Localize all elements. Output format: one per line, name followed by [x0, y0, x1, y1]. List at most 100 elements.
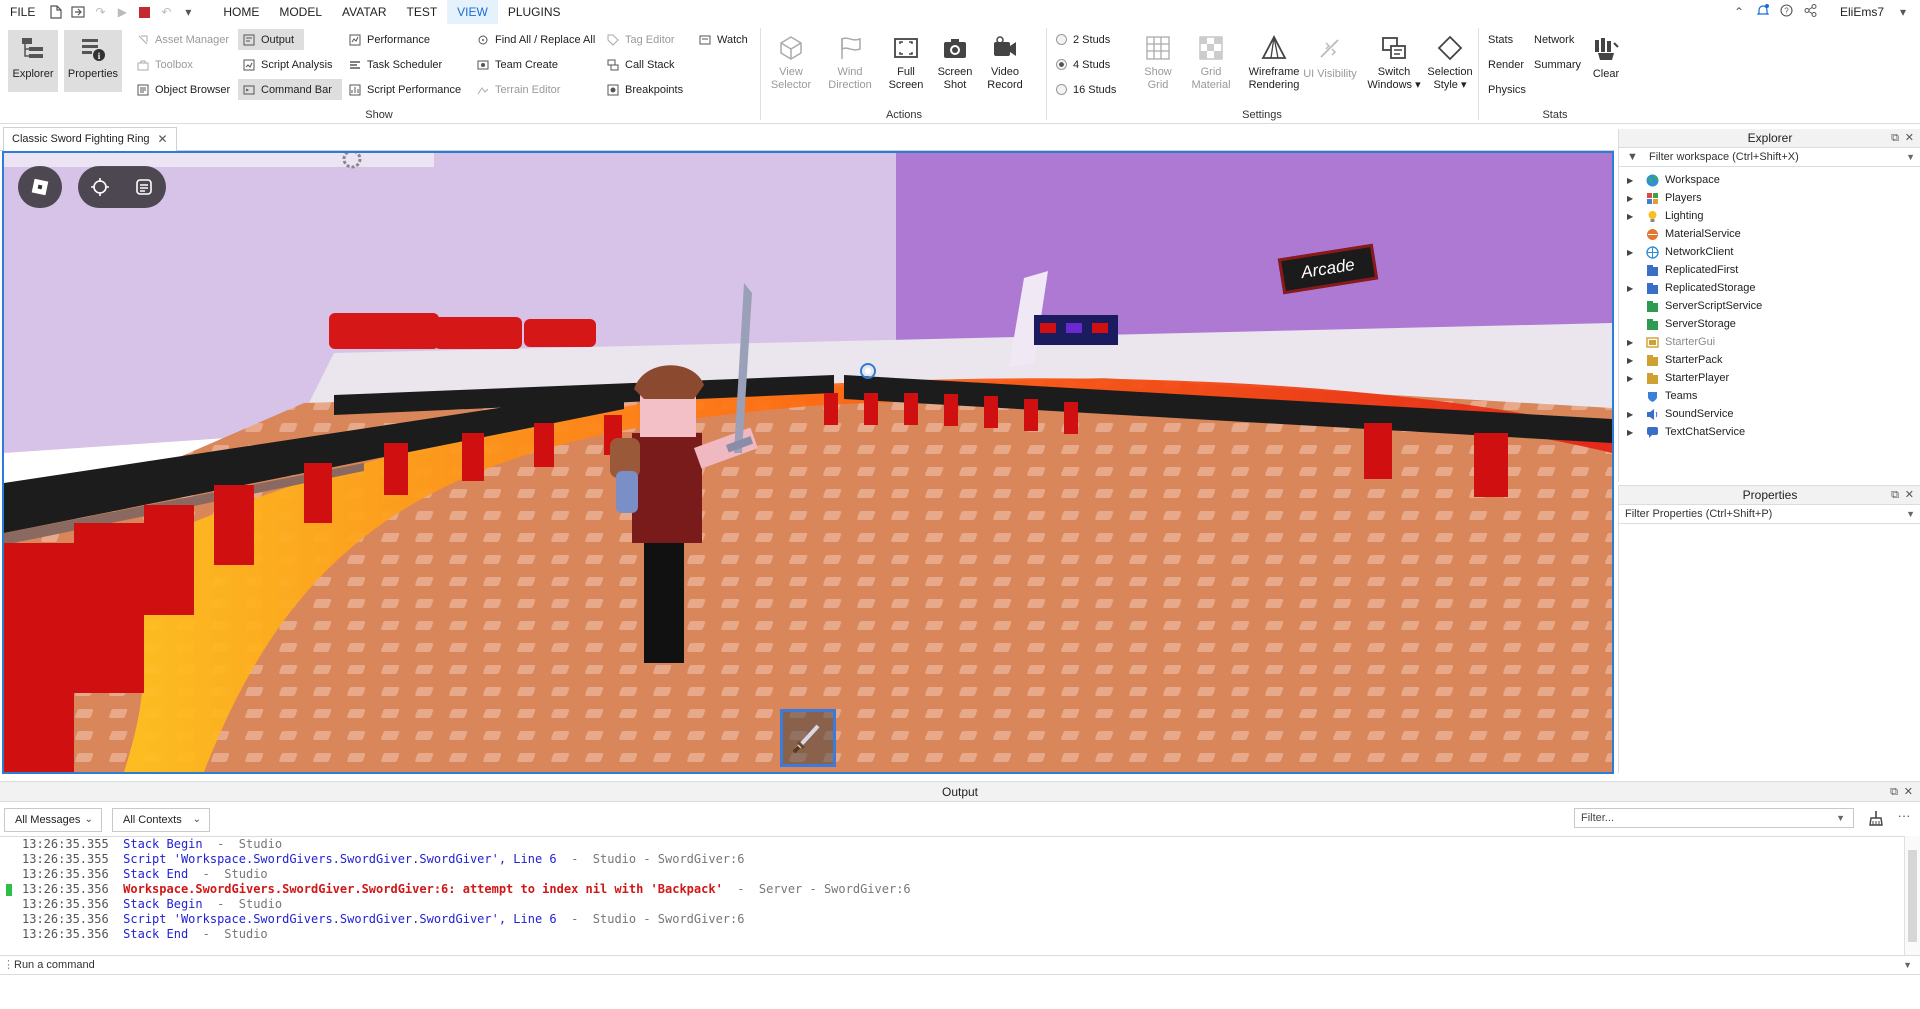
- tab-plugins[interactable]: PLUGINS: [498, 0, 571, 24]
- render-button[interactable]: Render: [1484, 54, 1528, 75]
- expand-arrow-icon[interactable]: ▶: [1627, 248, 1639, 257]
- tab-home[interactable]: HOME: [213, 0, 269, 24]
- selection-style-button[interactable]: Selection Style ▾: [1424, 30, 1476, 92]
- tree-item-materialservice[interactable]: MaterialService: [1619, 225, 1920, 243]
- open-file-icon[interactable]: [67, 0, 89, 24]
- chevron-down-icon[interactable]: ▼: [1903, 956, 1912, 975]
- script-performance-button[interactable]: Script Performance: [344, 79, 465, 100]
- ui-visibility-button[interactable]: UI Visibility: [1294, 30, 1366, 92]
- redo-icon[interactable]: ↷: [89, 0, 111, 24]
- tree-item-workspace[interactable]: ▶ Workspace: [1619, 171, 1920, 189]
- account-dropdown-icon[interactable]: ▾: [1894, 5, 1912, 19]
- physics-button[interactable]: Physics: [1484, 79, 1530, 100]
- tree-item-replicatedfirst[interactable]: ReplicatedFirst: [1619, 261, 1920, 279]
- expand-arrow-icon[interactable]: ▶: [1627, 338, 1639, 347]
- close-icon[interactable]: ✕: [1905, 486, 1914, 505]
- stop-icon[interactable]: [133, 0, 155, 24]
- quick-access-dropdown-icon[interactable]: ▾: [177, 0, 199, 24]
- tree-item-replicatedstorage[interactable]: ▶ ReplicatedStorage: [1619, 279, 1920, 297]
- notifications-icon[interactable]: [1754, 4, 1772, 20]
- tab-model[interactable]: MODEL: [269, 0, 332, 24]
- output-scrollbar[interactable]: [1904, 836, 1920, 956]
- full-screen-button[interactable]: Full Screen: [886, 30, 926, 92]
- game-viewport[interactable]: Arcade: [2, 151, 1614, 774]
- summary-button[interactable]: Summary: [1530, 54, 1585, 75]
- tree-item-lighting[interactable]: ▶ Lighting: [1619, 207, 1920, 225]
- expand-arrow-icon[interactable]: ▶: [1627, 374, 1639, 383]
- watch-button[interactable]: Watch: [694, 29, 752, 50]
- chevron-down-icon[interactable]: ▼: [1906, 506, 1915, 523]
- tree-item-networkclient[interactable]: ▶ NetworkClient: [1619, 243, 1920, 261]
- roblox-menu-button[interactable]: [18, 166, 62, 208]
- tree-item-serverscriptservice[interactable]: ServerScriptService: [1619, 297, 1920, 315]
- expand-arrow-icon[interactable]: ▶: [1627, 356, 1639, 365]
- wind-direction-button[interactable]: Wind Direction: [824, 30, 876, 92]
- tree-item-starterplayer[interactable]: ▶ StarterPlayer: [1619, 369, 1920, 387]
- tree-item-teams[interactable]: Teams: [1619, 387, 1920, 405]
- chevron-down-icon[interactable]: ▼: [1906, 149, 1915, 166]
- video-record-button[interactable]: Video Record: [984, 30, 1026, 92]
- expand-arrow-icon[interactable]: ▶: [1627, 194, 1639, 203]
- username[interactable]: EliEms7: [1840, 5, 1884, 19]
- tab-test[interactable]: TEST: [396, 0, 447, 24]
- more-options-icon[interactable]: ···: [1896, 808, 1912, 828]
- performance-button[interactable]: Performance: [344, 29, 434, 50]
- hotbar-sword-slot[interactable]: [780, 709, 836, 767]
- clear-output-button[interactable]: [1864, 808, 1886, 828]
- expand-arrow-icon[interactable]: ▶: [1627, 176, 1639, 185]
- document-tab[interactable]: Classic Sword Fighting Ring ✕: [3, 127, 177, 151]
- script-analysis-button[interactable]: Script Analysis: [238, 54, 337, 75]
- new-file-icon[interactable]: [45, 0, 67, 24]
- chevron-down-icon[interactable]: ▼: [1836, 809, 1845, 827]
- tree-item-soundservice[interactable]: ▶ SoundService: [1619, 405, 1920, 423]
- collapse-ribbon-icon[interactable]: ⌃: [1730, 5, 1748, 19]
- studs-4-radio[interactable]: 4 Studs: [1052, 54, 1114, 75]
- clear-stats-button[interactable]: Clear: [1586, 30, 1626, 92]
- command-bar-button[interactable]: Command Bar: [238, 79, 342, 100]
- object-browser-button[interactable]: Object Browser: [132, 79, 234, 100]
- output-button[interactable]: Output: [238, 29, 304, 50]
- tree-item-players[interactable]: ▶ Players: [1619, 189, 1920, 207]
- log-line-error[interactable]: 13:26:35.356 Workspace.SwordGivers.Sword…: [0, 882, 1904, 897]
- expand-arrow-icon[interactable]: ▶: [1627, 212, 1639, 221]
- undock-icon[interactable]: ⧉: [1890, 782, 1898, 802]
- find-all-button[interactable]: Find All / Replace All: [472, 29, 599, 50]
- grid-material-button[interactable]: Grid Material: [1186, 30, 1236, 92]
- explorer-button[interactable]: Explorer: [8, 30, 58, 92]
- tree-item-serverstorage[interactable]: ServerStorage: [1619, 315, 1920, 333]
- view-selector-button[interactable]: View Selector: [768, 30, 814, 92]
- undock-icon[interactable]: ⧉: [1891, 129, 1899, 148]
- studs-16-radio[interactable]: 16 Studs: [1052, 79, 1120, 100]
- asset-manager-button[interactable]: Asset Manager: [132, 29, 233, 50]
- screen-shot-button[interactable]: Screen Shot: [934, 30, 976, 92]
- tag-editor-button[interactable]: Tag Editor: [602, 29, 679, 50]
- scrollbar-thumb[interactable]: [1908, 850, 1917, 942]
- studs-2-radio[interactable]: 2 Studs: [1052, 29, 1114, 50]
- stats-button[interactable]: Stats: [1484, 29, 1517, 50]
- expand-arrow-icon[interactable]: ▶: [1627, 284, 1639, 293]
- team-create-button[interactable]: Team Create: [472, 54, 562, 75]
- close-icon[interactable]: ✕: [1905, 129, 1914, 148]
- chat-icon[interactable]: [122, 178, 166, 196]
- command-bar-input[interactable]: ⋮ Run a command ▼: [0, 955, 1920, 975]
- play-icon[interactable]: ▶: [111, 0, 133, 24]
- task-scheduler-button[interactable]: Task Scheduler: [344, 54, 446, 75]
- close-icon[interactable]: ✕: [1904, 782, 1913, 802]
- call-stack-button[interactable]: Call Stack: [602, 54, 679, 75]
- tab-avatar[interactable]: AVATAR: [332, 0, 396, 24]
- selfview-icon[interactable]: [78, 177, 122, 197]
- output-filter-input[interactable]: Filter... ▼: [1574, 808, 1854, 828]
- tree-item-startergui[interactable]: ▶ StarterGui: [1619, 333, 1920, 351]
- undo-icon[interactable]: ↶: [155, 0, 177, 24]
- expand-arrow-icon[interactable]: ▶: [1627, 410, 1639, 419]
- file-menu[interactable]: FILE: [0, 0, 45, 24]
- help-icon[interactable]: ?: [1778, 4, 1796, 20]
- messages-filter-dropdown[interactable]: All Messages ⌄: [4, 808, 102, 832]
- properties-button[interactable]: i Properties: [64, 30, 122, 92]
- contexts-filter-dropdown[interactable]: All Contexts ⌄: [112, 808, 210, 832]
- undock-icon[interactable]: ⧉: [1891, 486, 1899, 505]
- close-tab-icon[interactable]: ✕: [158, 128, 168, 151]
- share-icon[interactable]: [1802, 4, 1820, 20]
- terrain-editor-button[interactable]: Terrain Editor: [472, 79, 564, 100]
- show-grid-button[interactable]: Show Grid: [1138, 30, 1178, 92]
